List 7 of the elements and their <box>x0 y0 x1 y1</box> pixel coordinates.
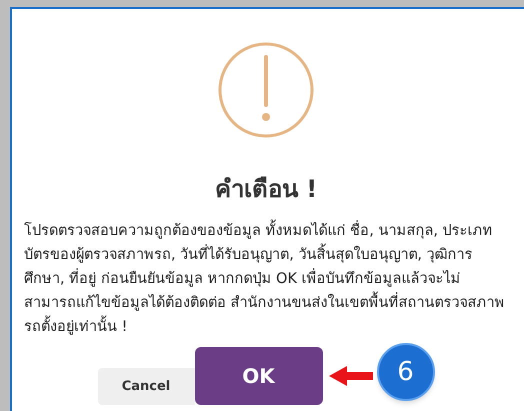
warning-message: โปรดตรวจสอบความถูกต้องของข้อมูล ทั้งหมดได้แก่ ชื่อ, นามสกุล, ประเภทบัตรของผู้ตรวจสภาพรถ, วันที่ได้รับอนุญาต, วันสิ้นสุดใบอนุญาต, วุฒิการศึกษา, ที่อยู่ ก่อนยืนยันข้อมูล หากกดปุ่ม OK เพื่อบันทึกข้อมูลแล้วจะไม่สามารถแก้ไขข้อมูลได้ต้องติดต่อ สำนักงานขนส่งในเขตพื้นที่สถานตรวจสภาพรถตั้งอยู่เท่านั้น ! <box>24 219 508 339</box>
cancel-button[interactable]: Cancel <box>98 368 194 405</box>
warning-icon <box>217 41 315 139</box>
step-badge: 6 <box>376 343 434 401</box>
pointer-arrow-icon <box>328 365 372 387</box>
ok-button[interactable]: OK <box>194 347 322 405</box>
dialog-title: คำเตือน ! <box>214 177 318 201</box>
